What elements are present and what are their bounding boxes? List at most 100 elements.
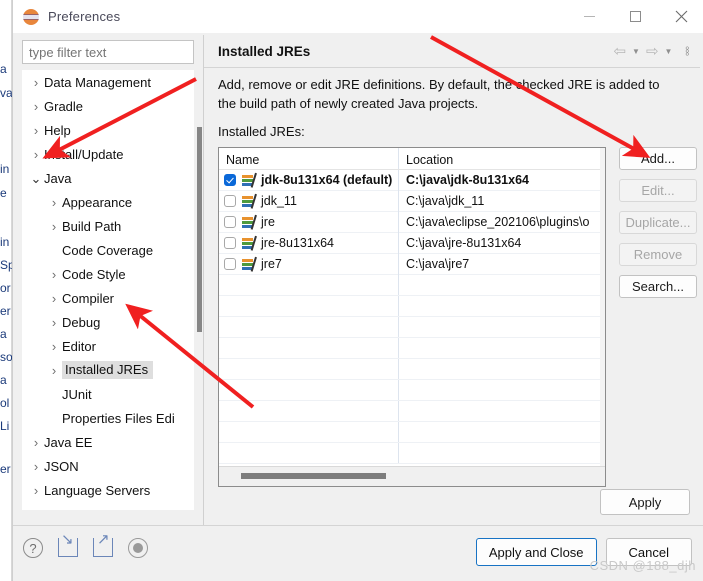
- checkbox-checked[interactable]: [224, 174, 236, 186]
- sidebar-item-properties-files-edi[interactable]: Properties Files Edi: [22, 406, 194, 430]
- view-menu-icon[interactable]: ⚬ ⚬ ⚬: [683, 44, 691, 59]
- background-text-fragment: e: [0, 186, 7, 200]
- sidebar-item-label: Install/Update: [44, 146, 124, 162]
- chevron-right-icon[interactable]: ›: [28, 100, 44, 113]
- chevron-right-icon[interactable]: ›: [46, 268, 62, 281]
- sidebar-item-debug[interactable]: › Debug: [22, 310, 194, 334]
- checkbox-unchecked[interactable]: [224, 237, 236, 249]
- sidebar-item-label: JSON: [44, 458, 79, 474]
- preferences-dialog: Preferences ›Data Management›Gradle›Help…: [12, 0, 703, 581]
- sidebar-item-build-path[interactable]: › Build Path: [22, 214, 194, 238]
- installed-jres-label: Installed JREs:: [218, 124, 305, 139]
- jre-icon: [242, 193, 257, 209]
- sidebar-item-help[interactable]: › Help: [22, 118, 194, 142]
- table-vertical-scrollbar[interactable]: [600, 148, 605, 466]
- table-row[interactable]: jre-8u131x64 C:\java\jre-8u131x64: [219, 232, 605, 254]
- export-button[interactable]: [93, 530, 115, 560]
- forward-dropdown-icon[interactable]: ▼: [662, 47, 676, 56]
- installed-jres-table[interactable]: Name Location jdk-8u131x64 (default) C:\j…: [218, 147, 606, 487]
- sidebar-item-java-ee[interactable]: › Java EE: [22, 430, 194, 454]
- cell-name: jre-8u131x64: [219, 232, 399, 254]
- table-row[interactable]: jdk_11 C:\java\jdk_11: [219, 190, 605, 212]
- back-dropdown-icon[interactable]: ▼: [629, 47, 643, 56]
- minimize-button[interactable]: [566, 0, 612, 33]
- sidebar-item-label: Code Style: [62, 266, 126, 282]
- chevron-right-icon[interactable]: ›: [28, 460, 44, 473]
- table-row[interactable]: jre7 C:\java\jre7: [219, 253, 605, 275]
- page-title: Installed JREs: [218, 43, 311, 59]
- table-hscrollbar-thumb[interactable]: [241, 473, 386, 479]
- chevron-right-icon[interactable]: ›: [46, 220, 62, 233]
- checkbox-unchecked[interactable]: [224, 195, 236, 207]
- sidebar-item-java[interactable]: ⌄ Java: [22, 166, 194, 190]
- jre-name: jre7: [261, 257, 282, 271]
- watermark-text: CSDN @188_djh: [589, 558, 696, 573]
- background-text-fragment: or: [0, 281, 11, 295]
- tree-scrollbar-thumb[interactable]: [197, 127, 202, 332]
- sidebar-item-installed-jres[interactable]: › Installed JREs: [22, 358, 194, 382]
- sidebar-item-maven[interactable]: ›Maven: [22, 502, 194, 511]
- background-text-fragment: Sp: [0, 258, 12, 272]
- chevron-right-icon[interactable]: ›: [46, 316, 62, 329]
- jre-action-buttons: Add... Edit... Duplicate... Remove Search...: [619, 147, 697, 298]
- jre-name: jre: [261, 215, 275, 229]
- sidebar-item-compiler[interactable]: › Compiler: [22, 286, 194, 310]
- sidebar-item-code-coverage[interactable]: Code Coverage: [22, 238, 194, 262]
- chevron-right-icon[interactable]: ›: [46, 364, 62, 377]
- duplicate-button: Duplicate...: [619, 211, 697, 234]
- checkbox-unchecked[interactable]: [224, 258, 236, 270]
- preferences-tree-panel: ›Data Management›Gradle›Help›Install/Upd…: [18, 35, 205, 551]
- forward-arrow-icon[interactable]: ⇨: [645, 44, 660, 59]
- sidebar-item-language-servers[interactable]: › Language Servers: [22, 478, 194, 502]
- sidebar-item-data-management[interactable]: › Data Management: [22, 70, 194, 94]
- maximize-button[interactable]: [612, 0, 658, 33]
- search-button[interactable]: Search...: [619, 275, 697, 298]
- column-header-name[interactable]: Name: [219, 148, 399, 169]
- search-input[interactable]: [22, 40, 194, 64]
- apply-button[interactable]: Apply: [600, 489, 690, 515]
- jre-name: jre-8u131x64: [261, 236, 334, 250]
- checkbox-unchecked[interactable]: [224, 216, 236, 228]
- chevron-down-icon[interactable]: ⌄: [28, 172, 44, 185]
- sidebar-item-appearance[interactable]: › Appearance: [22, 190, 194, 214]
- chevron-right-icon[interactable]: ›: [46, 340, 62, 353]
- chevron-right-icon[interactable]: ›: [28, 484, 44, 497]
- table-header-row: Name Location: [219, 148, 605, 170]
- add-button[interactable]: Add...: [619, 147, 697, 170]
- apply-and-close-button[interactable]: Apply and Close: [475, 538, 597, 566]
- page-nav-buttons: ⇦ ▼ ⇨ ▼ ⚬ ⚬ ⚬: [612, 35, 693, 68]
- back-arrow-icon[interactable]: ⇦: [612, 44, 627, 59]
- chevron-right-icon[interactable]: ›: [28, 124, 44, 137]
- sidebar-item-junit[interactable]: JUnit: [22, 382, 194, 406]
- chevron-right-icon[interactable]: ›: [28, 76, 44, 89]
- sidebar-item-label: Compiler: [62, 290, 115, 306]
- table-row[interactable]: jdk-8u131x64 (default) C:\java\jdk-8u131x…: [219, 169, 605, 191]
- export-icon: [93, 530, 113, 557]
- sidebar-item-label: Language Servers: [44, 482, 151, 498]
- close-button[interactable]: [658, 0, 703, 33]
- preferences-tree[interactable]: › Data Management › Gradle › Help › Install/Upd…: [22, 70, 194, 510]
- sidebar-item-install-update[interactable]: › Install/Update: [22, 142, 194, 166]
- chevron-right-icon[interactable]: ›: [46, 292, 62, 305]
- help-button[interactable]: ?: [23, 538, 45, 560]
- apply-bar: Apply: [203, 487, 699, 525]
- page-description: Add, remove or edit JRE definitions. By …: [218, 77, 660, 111]
- cell-name: jdk_11: [219, 190, 399, 212]
- sidebar-item-json[interactable]: › JSON: [22, 454, 194, 478]
- sidebar-item-label: Gradle: [44, 98, 84, 114]
- chevron-right-icon[interactable]: ›: [28, 148, 44, 161]
- table-empty-row: [219, 359, 605, 380]
- sidebar-item-code-style[interactable]: › Code Style: [22, 262, 194, 286]
- minimize-icon: [583, 16, 595, 17]
- chevron-right-icon[interactable]: ›: [28, 436, 44, 449]
- table-horizontal-scrollbar[interactable]: [219, 466, 605, 486]
- sidebar-item-gradle[interactable]: › Gradle: [22, 94, 194, 118]
- sidebar-item-editor[interactable]: › Editor: [22, 334, 194, 358]
- chevron-right-icon[interactable]: ›: [28, 508, 44, 511]
- record-button[interactable]: [128, 538, 150, 560]
- chevron-right-icon[interactable]: ›: [46, 196, 62, 209]
- table-empty-row: [219, 338, 605, 359]
- import-button[interactable]: [58, 530, 80, 560]
- column-header-location[interactable]: Location: [399, 148, 605, 169]
- table-row[interactable]: jre C:\java\eclipse_202106\plugins\o: [219, 211, 605, 233]
